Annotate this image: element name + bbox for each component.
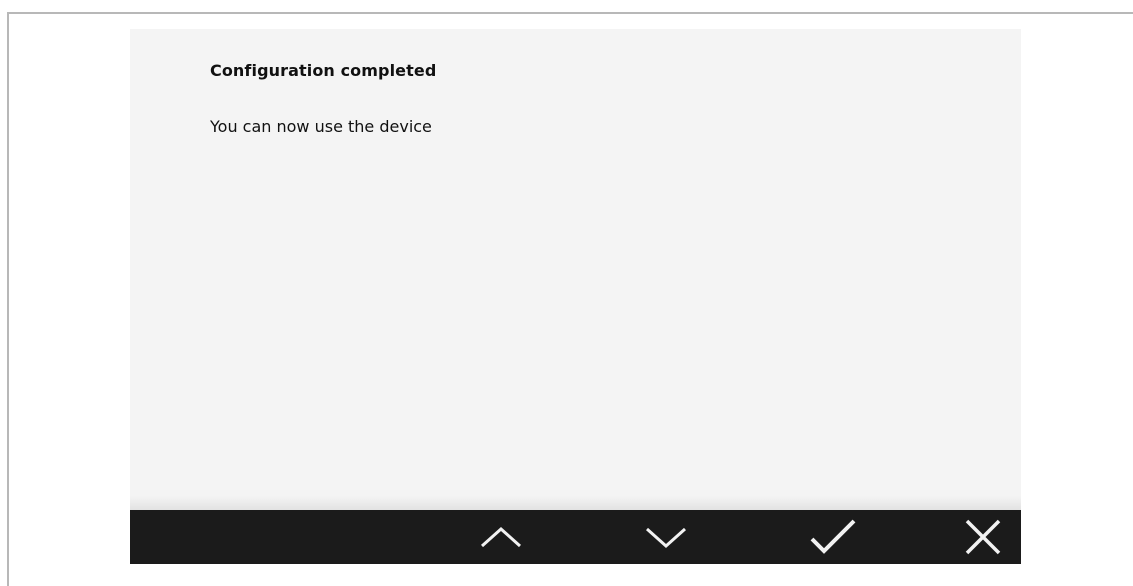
close-button[interactable] [945,510,1021,564]
scroll-down-button[interactable] [628,510,704,564]
dialog-message: You can now use the device [210,117,432,136]
content-bottom-shadow [130,496,1021,510]
chevron-down-icon [645,527,687,549]
close-icon [965,519,1001,555]
checkmark-icon [810,519,856,554]
scroll-up-button[interactable] [463,510,539,564]
chevron-up-icon [480,526,522,548]
dialog-title: Configuration completed [210,61,437,80]
bottom-navigation-bar [130,510,1021,564]
device-screen: Configuration completed You can now use … [130,29,1021,564]
confirm-button[interactable] [795,510,871,564]
dialog-content: Configuration completed You can now use … [130,29,1021,510]
